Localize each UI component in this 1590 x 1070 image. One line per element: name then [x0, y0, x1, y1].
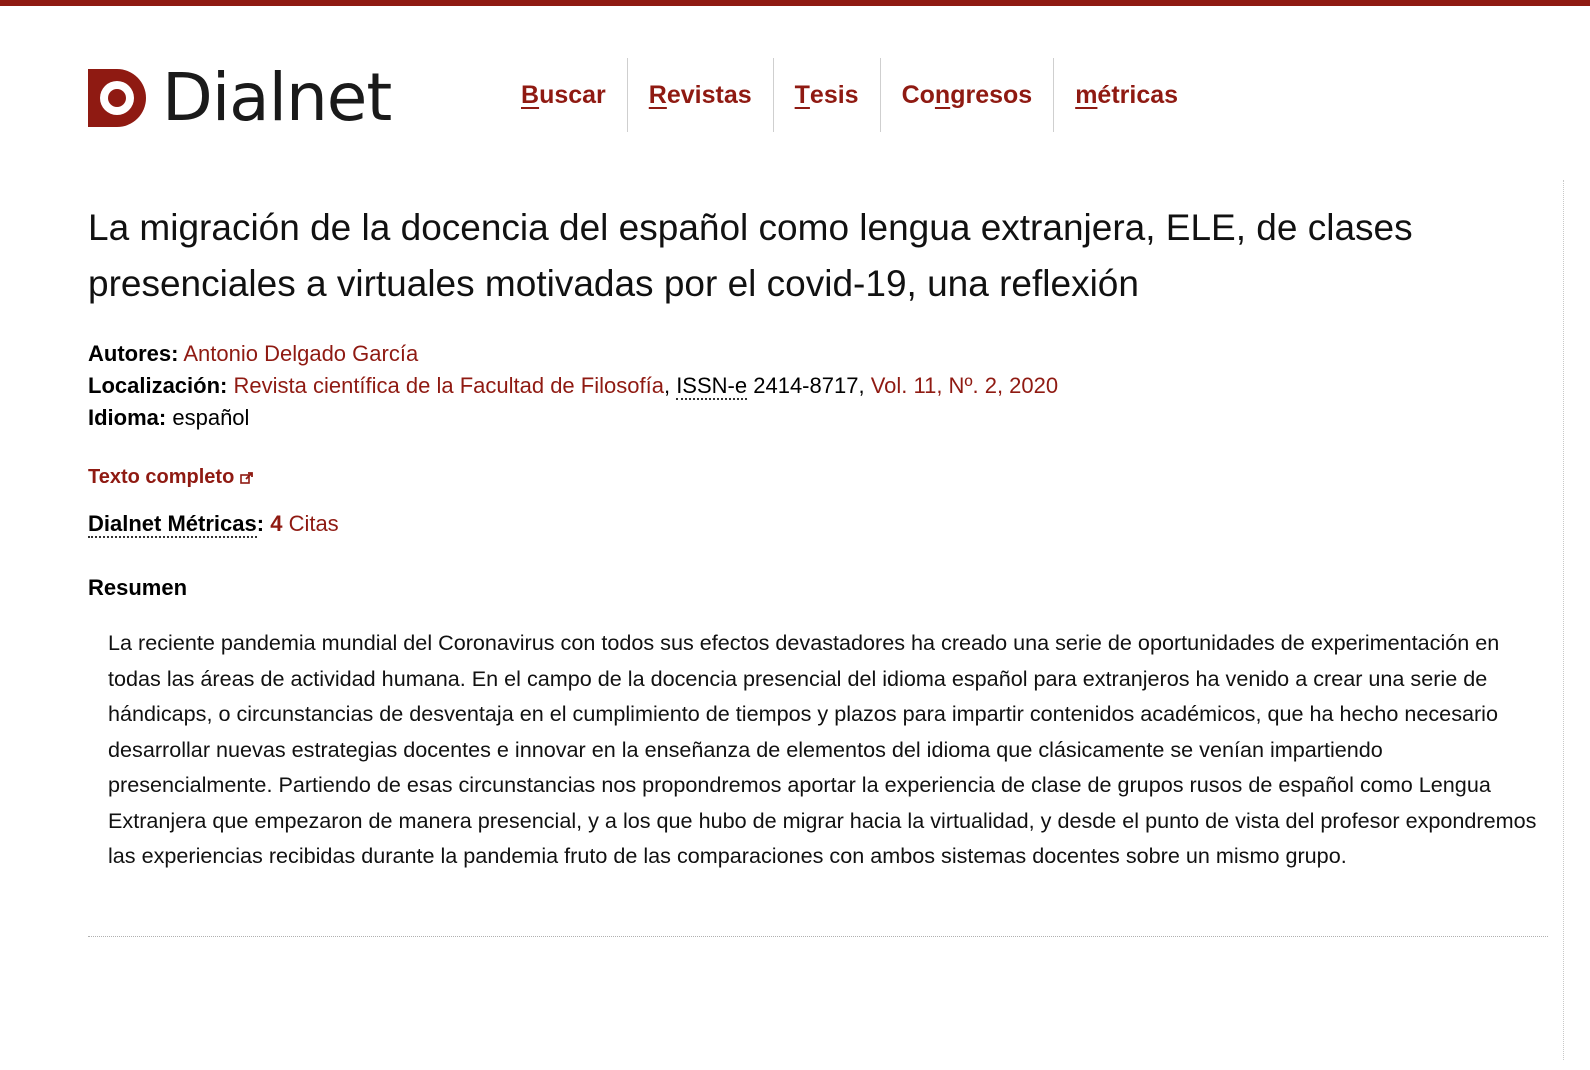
journal-link[interactable]: Revista científica de la Facultad de Fil… — [233, 373, 663, 398]
site-header: Dialnet Buscar Revistas Tesis Co n gresos … — [0, 6, 1590, 156]
author-link[interactable]: Antonio Delgado García — [183, 341, 418, 366]
nav-buscar-accesskey: B — [521, 80, 540, 109]
nav-revistas[interactable]: Revistas — [626, 58, 773, 132]
issn-value: 2414-8717, — [753, 373, 865, 398]
article-metadata: Autores: Antonio Delgado García Localiza… — [88, 338, 1548, 434]
dialnet-logo[interactable]: Dialnet — [88, 59, 392, 136]
location-label: Localización: — [88, 373, 228, 398]
abstract-heading: Resumen — [88, 575, 188, 600]
nav-tesis-accesskey: T — [794, 80, 810, 109]
location-separator: , — [663, 373, 671, 398]
nav-congresos-pre: Co — [901, 80, 935, 109]
nav-metricas-accesskey: m — [1075, 80, 1098, 109]
nav-revistas-rest: evistas — [666, 80, 752, 109]
language-row: Idioma: español — [88, 402, 1548, 434]
citations-count: 4 — [270, 511, 283, 536]
dialnet-metrics: Dialnet Métricas: 4 Citas — [88, 511, 1548, 538]
external-link-icon — [240, 471, 254, 484]
nav-metricas-rest: étricas — [1097, 80, 1179, 109]
abstract-text: La reciente pandemia mundial del Coronav… — [108, 630, 1537, 868]
citations-label: Citas — [288, 511, 339, 536]
nav-tesis-rest: esis — [809, 80, 859, 109]
metrics-colon: : — [256, 511, 265, 536]
nav-congresos-accesskey: n — [934, 80, 951, 109]
nav-buscar[interactable]: Buscar — [500, 58, 627, 132]
nav-revistas-accesskey: R — [648, 80, 667, 109]
metrics-label[interactable]: Dialnet Métricas — [88, 511, 257, 538]
language-label: Idioma: — [88, 405, 167, 430]
logo-wordmark: Dialnet — [162, 59, 392, 136]
issn-abbreviation: ISSN-e — [676, 373, 748, 400]
authors-label: Autores: — [88, 341, 179, 366]
dialnet-logo-icon — [88, 69, 146, 127]
nav-tesis[interactable]: Tesis — [772, 58, 880, 132]
main-nav: Buscar Revistas Tesis Co n gresos m étricas — [500, 58, 1199, 132]
article-title: La migración de la docencia del español … — [88, 207, 1413, 304]
nav-metricas[interactable]: m étricas — [1053, 58, 1199, 132]
citations-link[interactable]: 4 Citas — [270, 511, 339, 536]
nav-congresos[interactable]: Co n gresos — [879, 58, 1054, 132]
side-divider — [1563, 180, 1564, 1060]
volume-link[interactable]: Vol. 11, Nº. 2, 2020 — [871, 373, 1058, 398]
nav-buscar-rest: uscar — [539, 80, 606, 109]
location-row: Localización: Revista científica de la F… — [88, 370, 1548, 402]
authors-row: Autores: Antonio Delgado García — [88, 338, 1548, 370]
article-content: La migración de la docencia del español … — [88, 200, 1548, 874]
nav-congresos-rest: gresos — [950, 80, 1033, 109]
full-text-link[interactable]: Texto completo — [88, 466, 1548, 489]
language-value: español — [172, 405, 250, 430]
content-divider — [88, 936, 1548, 937]
full-text-label: Texto completo — [88, 466, 235, 488]
